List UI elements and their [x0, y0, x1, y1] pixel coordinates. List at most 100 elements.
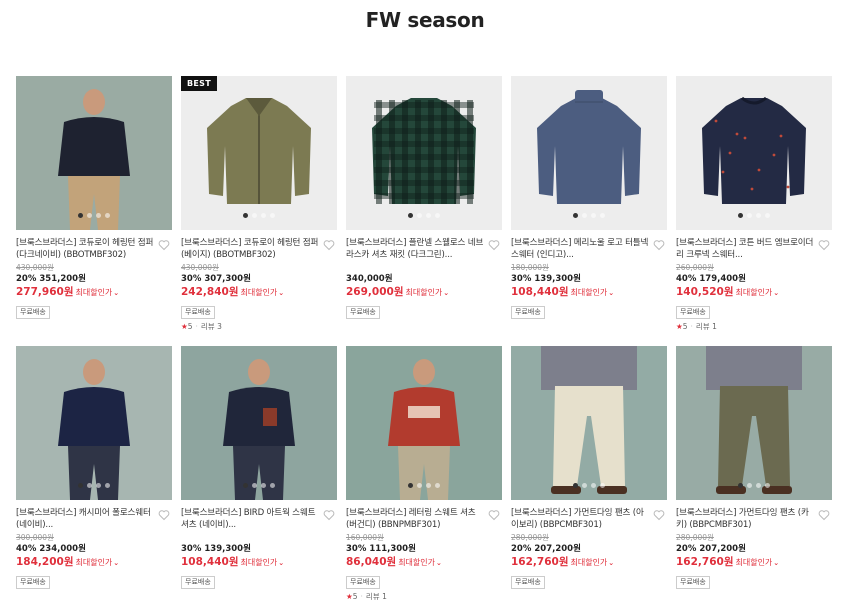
product-image[interactable]	[16, 76, 172, 230]
product-name[interactable]: [브룩스브라더스] 메리노울 로고 터틀넥 스웨터 (인디고)...	[511, 237, 667, 261]
product-image[interactable]	[16, 346, 172, 500]
product-card[interactable]: [브룩스브라더스] 코듀로이 헤링턴 점퍼 (다크네이비) (BBOTMBF30…	[16, 76, 172, 319]
carousel-dot[interactable]	[270, 213, 275, 218]
review-count[interactable]: 리뷰 1	[366, 592, 387, 601]
product-card[interactable]: [브룩스브라더스] 레터링 스웨트 셔츠 (버건디) (BBNPMBF301) 1…	[346, 346, 502, 602]
product-card[interactable]: [브룩스브라더스] 코튼 버드 엠브로이더리 크루넥 스웨터... 260,000…	[676, 76, 832, 332]
heart-icon[interactable]	[158, 506, 170, 521]
carousel-dot[interactable]	[87, 483, 92, 488]
product-image[interactable]	[676, 346, 832, 500]
product-name[interactable]: [브룩스브라더스] 코듀로이 헤링턴 점퍼 (다크네이비) (BBOTMBF30…	[16, 237, 172, 261]
product-image[interactable]: BEST	[181, 76, 337, 230]
max-discount-price[interactable]: 162,760원 최대할인가⌄	[676, 555, 832, 569]
carousel-dot[interactable]	[96, 483, 101, 488]
heart-icon[interactable]	[323, 236, 335, 251]
product-card[interactable]: [브룩스브라더스] BIRD 아트웍 스웨트 셔츠 (네이비)... 30% 139…	[181, 346, 337, 589]
image-carousel-dots[interactable]	[16, 213, 172, 218]
carousel-dot[interactable]	[582, 483, 587, 488]
carousel-dot[interactable]	[426, 213, 431, 218]
carousel-dot[interactable]	[591, 483, 596, 488]
product-image[interactable]	[511, 76, 667, 230]
heart-icon[interactable]	[323, 506, 335, 521]
image-carousel-dots[interactable]	[511, 483, 667, 488]
max-discount-price[interactable]: 162,760원 최대할인가⌄	[511, 555, 667, 569]
heart-icon[interactable]	[488, 236, 500, 251]
max-discount-price[interactable]: 108,440원 최대할인가⌄	[511, 285, 667, 299]
product-image[interactable]	[346, 346, 502, 500]
product-card[interactable]: [브룩스브라더스] 메리노울 로고 터틀넥 스웨터 (인디고)... 180,00…	[511, 76, 667, 319]
product-name[interactable]: [브룩스브라더스] 가먼트다잉 팬츠 (아이보리) (BBPCMBF301)	[511, 507, 667, 531]
carousel-dot[interactable]	[747, 213, 752, 218]
carousel-dot[interactable]	[252, 483, 257, 488]
product-image[interactable]	[181, 346, 337, 500]
product-name[interactable]: [브룩스브라더스] 코듀로이 헤링턴 점퍼 (베이지) (BBOTMBF302)	[181, 237, 337, 261]
carousel-dot[interactable]	[417, 483, 422, 488]
image-carousel-dots[interactable]	[181, 213, 337, 218]
image-carousel-dots[interactable]	[16, 483, 172, 488]
carousel-dot[interactable]	[426, 483, 431, 488]
carousel-dot[interactable]	[252, 213, 257, 218]
carousel-dot[interactable]	[582, 213, 587, 218]
max-discount-price[interactable]: 140,520원 최대할인가⌄	[676, 285, 832, 299]
carousel-dot[interactable]	[96, 213, 101, 218]
product-image[interactable]	[676, 76, 832, 230]
image-carousel-dots[interactable]	[676, 213, 832, 218]
heart-icon[interactable]	[818, 236, 830, 251]
heart-icon[interactable]	[818, 506, 830, 521]
review-count[interactable]: 리뷰 1	[696, 322, 717, 331]
image-carousel-dots[interactable]	[676, 483, 832, 488]
max-discount-price[interactable]: 108,440원 최대할인가⌄	[181, 555, 337, 569]
carousel-dot[interactable]	[261, 483, 266, 488]
carousel-dot[interactable]	[756, 213, 761, 218]
heart-icon[interactable]	[653, 506, 665, 521]
product-card[interactable]: [브룩스브라더스] 가먼트다잉 팬츠 (아이보리) (BBPCMBF301) 28…	[511, 346, 667, 589]
max-discount-price[interactable]: 86,040원 최대할인가⌄	[346, 555, 502, 569]
max-discount-price[interactable]: 277,960원 최대할인가⌄	[16, 285, 172, 299]
heart-icon[interactable]	[158, 236, 170, 251]
carousel-dot[interactable]	[573, 483, 578, 488]
product-card[interactable]: [브룩스브라더스] 가먼트다잉 팬츠 (카키) (BBPCMBF301) 280,…	[676, 346, 832, 589]
product-name[interactable]: [브룩스브라더스] BIRD 아트웍 스웨트 셔츠 (네이비)...	[181, 507, 337, 531]
max-discount-price[interactable]: 184,200원 최대할인가⌄	[16, 555, 172, 569]
carousel-dot[interactable]	[747, 483, 752, 488]
carousel-dot[interactable]	[261, 213, 266, 218]
carousel-dot[interactable]	[78, 483, 83, 488]
max-discount-price[interactable]: 242,840원 최대할인가⌄	[181, 285, 337, 299]
carousel-dot[interactable]	[591, 213, 596, 218]
carousel-dot[interactable]	[738, 213, 743, 218]
carousel-dot[interactable]	[408, 213, 413, 218]
carousel-dot[interactable]	[600, 213, 605, 218]
product-card[interactable]: [브룩스브라더스] 캐시미어 폴로스웨터 (네이비)... 300,000원 40%…	[16, 346, 172, 589]
carousel-dot[interactable]	[270, 483, 275, 488]
max-discount-price[interactable]: 269,000원 최대할인가⌄	[346, 285, 502, 299]
carousel-dot[interactable]	[243, 483, 248, 488]
carousel-dot[interactable]	[600, 483, 605, 488]
product-name[interactable]: [브룩스브라더스] 캐시미어 폴로스웨터 (네이비)...	[16, 507, 172, 531]
carousel-dot[interactable]	[765, 213, 770, 218]
product-name[interactable]: [브룩스브라더스] 가먼트다잉 팬츠 (카키) (BBPCMBF301)	[676, 507, 832, 531]
carousel-dot[interactable]	[105, 213, 110, 218]
carousel-dot[interactable]	[78, 213, 83, 218]
heart-icon[interactable]	[653, 236, 665, 251]
heart-icon[interactable]	[488, 506, 500, 521]
image-carousel-dots[interactable]	[346, 213, 502, 218]
carousel-dot[interactable]	[435, 483, 440, 488]
image-carousel-dots[interactable]	[511, 213, 667, 218]
product-card[interactable]: [브룩스브라더스] 플란넬 스웰로스 네브라스카 셔츠 재킷 (다크그린)...…	[346, 76, 502, 319]
carousel-dot[interactable]	[573, 213, 578, 218]
product-name[interactable]: [브룩스브라더스] 코튼 버드 엠브로이더리 크루넥 스웨터...	[676, 237, 832, 261]
carousel-dot[interactable]	[105, 483, 110, 488]
carousel-dot[interactable]	[756, 483, 761, 488]
image-carousel-dots[interactable]	[181, 483, 337, 488]
product-image[interactable]	[346, 76, 502, 230]
carousel-dot[interactable]	[435, 213, 440, 218]
carousel-dot[interactable]	[243, 213, 248, 218]
carousel-dot[interactable]	[738, 483, 743, 488]
product-image[interactable]	[511, 346, 667, 500]
carousel-dot[interactable]	[417, 213, 422, 218]
carousel-dot[interactable]	[87, 213, 92, 218]
product-name[interactable]: [브룩스브라더스] 레터링 스웨트 셔츠 (버건디) (BBNPMBF301)	[346, 507, 502, 531]
carousel-dot[interactable]	[408, 483, 413, 488]
product-card[interactable]: BEST [브룩스브라더스] 코듀로이 헤링턴 점퍼 (베이지) (BBOTMBF…	[181, 76, 337, 332]
review-count[interactable]: 리뷰 3	[201, 322, 222, 331]
